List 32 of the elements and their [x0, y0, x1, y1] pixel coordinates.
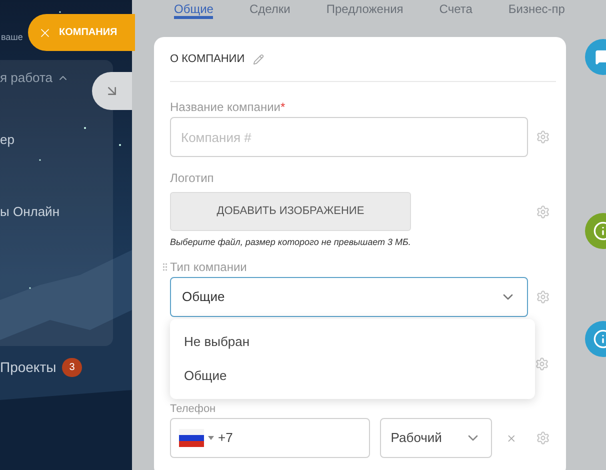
- phone-field[interactable]: +7: [170, 418, 370, 458]
- dropdown-option[interactable]: Общие: [170, 359, 535, 393]
- menu-item[interactable]: я работа: [0, 68, 69, 88]
- menu-item[interactable]: Проекты 3: [0, 357, 82, 378]
- menu-item[interactable]: ер: [0, 130, 14, 150]
- add-image-button[interactable]: ДОБАВИТЬ ИЗОБРАЖЕНИЕ: [170, 192, 411, 231]
- settings-icon[interactable]: [535, 357, 549, 371]
- field-label: Телефон: [170, 402, 216, 416]
- settings-icon[interactable]: [536, 290, 550, 304]
- remove-icon[interactable]: [506, 432, 517, 444]
- menu-item[interactable]: ы Онлайн: [0, 202, 60, 222]
- logo-caption: ваше: [0, 31, 23, 44]
- phone-type-select[interactable]: Рабочий: [380, 418, 492, 458]
- flag-icon: [179, 429, 204, 447]
- pencil-icon[interactable]: [252, 54, 264, 64]
- drag-handle-icon[interactable]: [160, 261, 170, 273]
- collapse-button[interactable]: [92, 72, 132, 110]
- tab[interactable]: Общие: [174, 2, 214, 19]
- field-label: Логотип: [170, 170, 214, 185]
- settings-icon[interactable]: [536, 130, 550, 144]
- card-title: О КОМПАНИИ: [170, 52, 245, 67]
- caret-icon[interactable]: [208, 436, 214, 440]
- field-label: Название компании: [170, 100, 280, 114]
- menu-label: Проекты: [0, 358, 56, 377]
- hint-text: Выберите файл, размер которого не превышает 3 МБ.: [170, 236, 411, 249]
- required-mark: *: [280, 100, 286, 114]
- company-name-field[interactable]: Компания #: [170, 117, 528, 157]
- company-type-select[interactable]: Общие: [170, 277, 528, 317]
- dropdown-option[interactable]: Не выбран: [170, 325, 535, 359]
- settings-icon[interactable]: [536, 431, 550, 445]
- settings-icon[interactable]: [536, 204, 550, 218]
- field-label: Тип компании: [170, 259, 247, 276]
